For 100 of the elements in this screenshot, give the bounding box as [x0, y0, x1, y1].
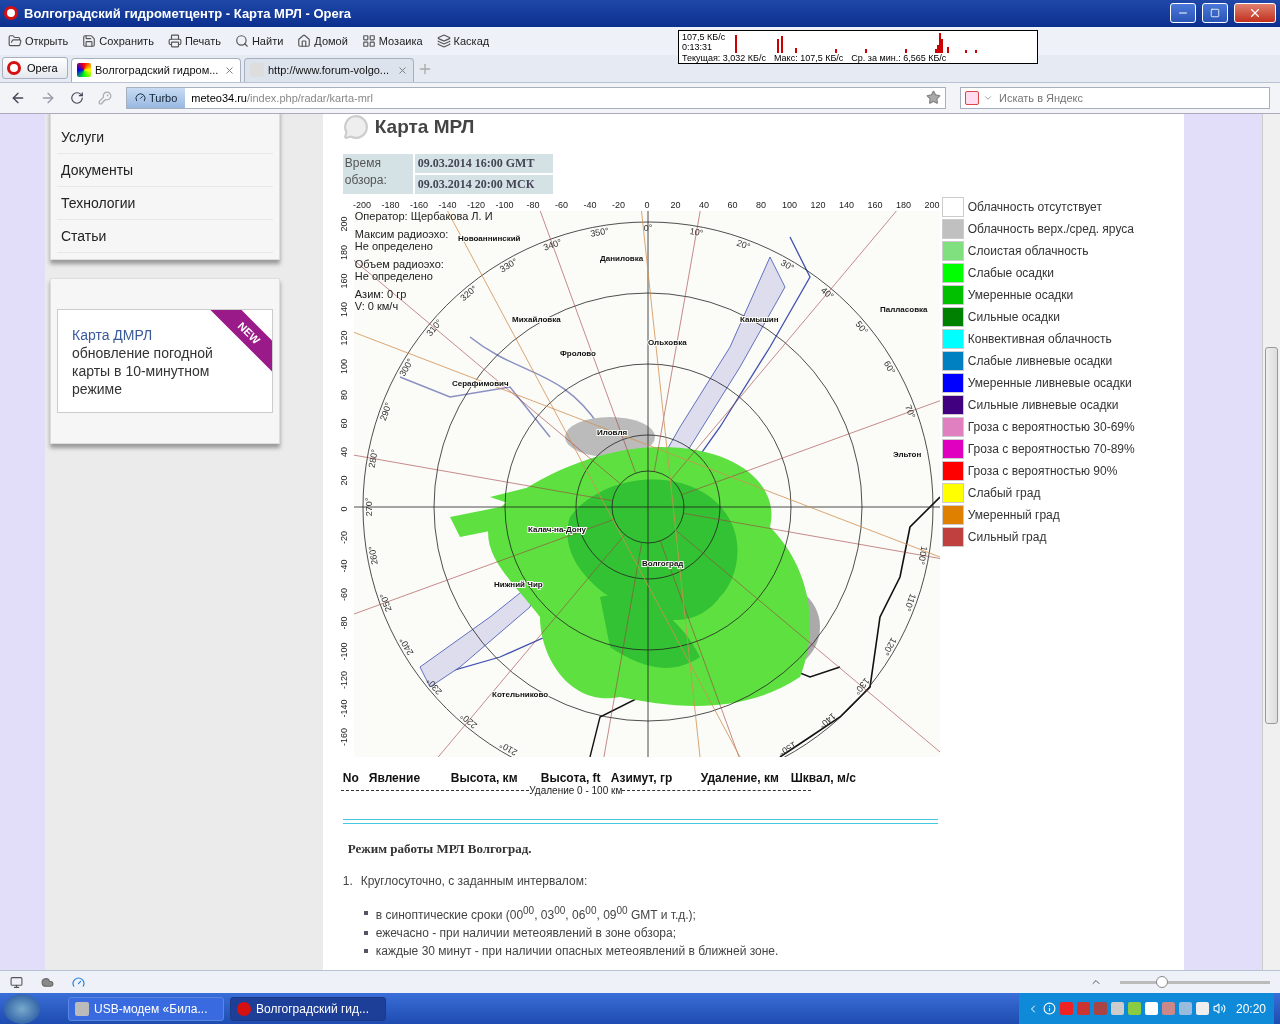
bullet-text: в синоптические сроки (00$^{00}$, 03$^{00}$, 06$^{00}$, 09$^{00}$ GMT и т.д.); [375, 903, 696, 923]
axis-tick-label: -180 [381, 199, 400, 210]
legend-label: Конвективная облачность [967, 331, 1112, 346]
axis-tick-label: -20 [339, 530, 349, 544]
axis-tick-label: 140 [838, 199, 854, 210]
bearing-label: 230° [424, 675, 444, 697]
list-number: 1. [342, 873, 353, 888]
bearing-label: 320° [458, 283, 479, 303]
cloud-icon[interactable] [41, 975, 54, 989]
start-button[interactable] [4, 993, 40, 1024]
bearing-label: 290° [377, 400, 394, 422]
radar-info-text: V: 0 км/ч [354, 299, 399, 312]
tray-app-icon[interactable] [1076, 1002, 1090, 1015]
search-field[interactable]: Искать в Яндекс [960, 86, 1270, 109]
column-header: Высота, км [450, 770, 519, 785]
radar-info-text: Не определено [354, 269, 433, 282]
toolbar-button[interactable]: Найти [234, 33, 284, 48]
bookmark-star-icon[interactable] [926, 90, 941, 106]
axis-tick-label: 100 [781, 199, 797, 210]
toolbar-button[interactable]: Каскад [436, 33, 490, 48]
info-icon[interactable] [1042, 1002, 1056, 1015]
scrollbar-thumb[interactable] [1265, 346, 1278, 724]
axis-tick-label: -120 [339, 670, 349, 689]
browser-tab[interactable]: Волгоградский гидром... [71, 57, 241, 82]
mode-heading: Режим работы МРЛ Волгоград. [347, 840, 533, 857]
bearing-label: 260° [366, 545, 380, 566]
opera-logo-icon [7, 60, 21, 75]
place-label: Михайловка [511, 314, 561, 324]
minimize-button[interactable] [1170, 3, 1196, 24]
opera-logo-icon [4, 6, 18, 21]
list-item-text: Круглосуточно, с заданным интервалом: [360, 873, 588, 888]
close-tab-icon[interactable] [397, 64, 408, 76]
tray-app-icon[interactable] [1144, 1002, 1158, 1015]
turbo-icon[interactable] [72, 975, 85, 989]
axis-tick-label: 60 [727, 199, 738, 210]
place-label: Новоаннинский [457, 233, 521, 243]
bearing-label: 50° [853, 319, 870, 336]
toolbar-button[interactable]: Печать [167, 33, 221, 48]
bullet-text: ежечасно - при наличии метеоявлений в зоне обзора; [375, 924, 676, 941]
sidebar-menu-item[interactable]: Статьи [57, 219, 273, 253]
tray-app-icon[interactable] [1110, 1002, 1124, 1015]
printer-icon [167, 33, 182, 48]
gauge-icon [135, 92, 146, 104]
bearing-label: 150° [776, 739, 798, 757]
reload-icon[interactable] [70, 90, 84, 105]
app-icon [237, 1001, 251, 1016]
tray-app-icon[interactable] [1093, 1002, 1107, 1015]
bearing-label: 70° [902, 403, 917, 420]
place-label: Калач-на-Дону [527, 524, 586, 534]
taskbar-item[interactable]: Волгоградский гид... [230, 996, 386, 1021]
tray-app-icon[interactable] [1195, 1002, 1209, 1015]
home-icon [297, 33, 312, 48]
axis-tick-label: -40 [339, 559, 349, 573]
bearing-label: 30° [778, 257, 796, 273]
promo-link[interactable]: Карта ДМРЛ [72, 325, 153, 344]
bearing-label: 40° [818, 284, 836, 302]
bearing-label: 340° [541, 236, 563, 253]
legend-label: Слабый град [967, 485, 1041, 500]
speaker-icon[interactable] [1212, 1002, 1226, 1015]
column-header: Азимут, гр [610, 770, 674, 785]
place-label: Котельниково [491, 689, 548, 699]
sidebar-menu-item[interactable]: Услуги [57, 120, 273, 154]
column-header: No [342, 770, 360, 785]
browser-tab[interactable]: http://www.forum-volgo... [244, 57, 414, 82]
bullet-icon [363, 948, 368, 953]
zoom-slider-thumb[interactable] [1156, 975, 1168, 988]
bullet-icon [363, 910, 368, 915]
close-button[interactable] [1234, 3, 1276, 24]
folder-icon [8, 33, 22, 48]
toolbar-button[interactable]: Мозаика [361, 33, 423, 48]
legend-label: Сильный град [967, 529, 1047, 544]
sidebar-menu-item[interactable]: Технологии [57, 186, 273, 220]
sidebar-menu-item[interactable]: Документы [57, 153, 273, 187]
legend-label: Слабые осадки [967, 265, 1054, 280]
maximize-button[interactable] [1202, 3, 1228, 24]
key-icon[interactable] [98, 90, 112, 105]
toolbar-button[interactable]: Домой [297, 33, 348, 48]
bearing-label: 20° [735, 237, 752, 252]
opera-menu-button[interactable]: Opera [2, 56, 68, 79]
tray-app-icon[interactable] [1127, 1002, 1141, 1015]
address-field[interactable]: Turbo meteo34.ru/index.php/radar/karta-mrl [126, 86, 946, 109]
place-label: Ольховка [647, 337, 687, 347]
scrollbar[interactable] [1262, 113, 1280, 971]
bearing-label: 250° [377, 591, 394, 613]
bearing-label: 140° [816, 710, 838, 731]
panel-toggle-icon[interactable] [10, 975, 23, 989]
grid-icon [361, 33, 376, 48]
toolbar-button[interactable]: Сохранить [82, 33, 154, 48]
turbo-button[interactable]: Turbo [127, 87, 186, 108]
radar-info-text: Объем радиоэхо: [354, 257, 444, 270]
toolbar-button[interactable]: Открыть [8, 33, 69, 48]
axis-tick-label: -100 [339, 642, 349, 661]
place-label: Серафимович [451, 378, 509, 388]
tray-app-icon[interactable] [1178, 1002, 1192, 1015]
axis-tick-label: -140 [438, 199, 457, 210]
legend-label: Слоистая облачность [967, 243, 1089, 258]
close-tab-icon[interactable] [224, 64, 235, 76]
taskbar-item[interactable]: USB-модем «Била... [68, 996, 224, 1021]
axis-tick-label: 200 [339, 216, 349, 232]
survey-time-msk: 09.03.2014 20:00 МСК [414, 174, 553, 194]
